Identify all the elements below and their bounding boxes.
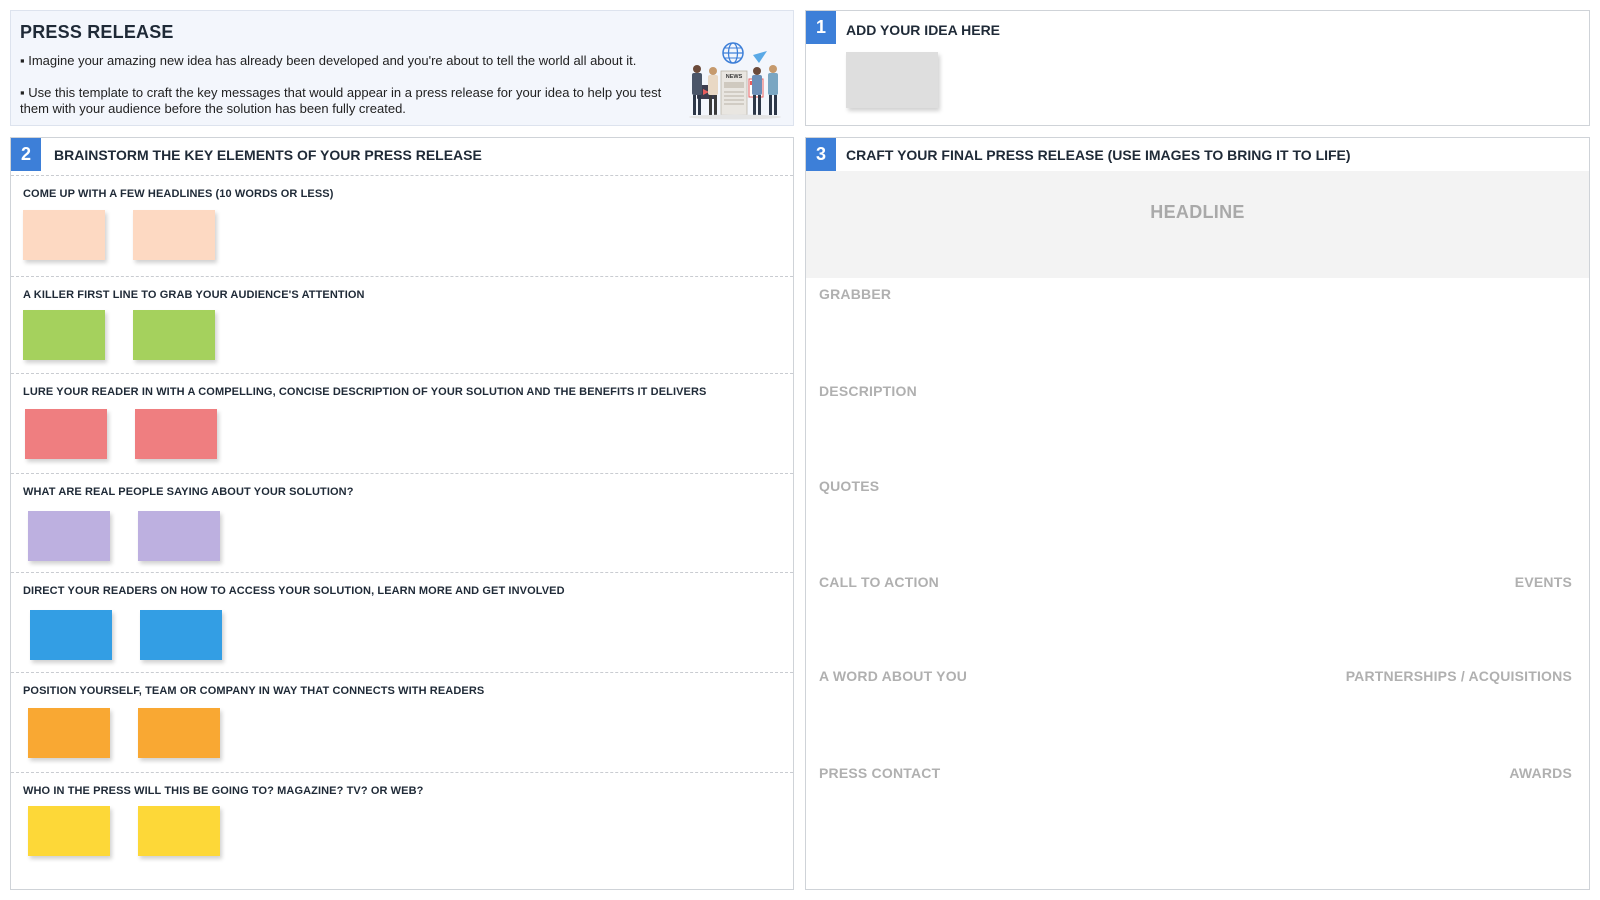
sticky-note[interactable] [133,310,215,360]
section-label: LURE YOUR READER IN WITH A COMPELLING, C… [23,386,707,398]
step-number-2: 2 [11,138,41,171]
craft-title: CRAFT YOUR FINAL PRESS RELEASE (USE IMAG… [846,147,1351,163]
section-label: WHAT ARE REAL PEOPLE SAYING ABOUT YOUR S… [23,486,354,498]
sticky-note[interactable] [28,511,110,561]
brainstorm-section-quotes: WHAT ARE REAL PEOPLE SAYING ABOUT YOUR S… [11,473,793,572]
craft-panel: 3 CRAFT YOUR FINAL PRESS RELEASE (USE IM… [805,137,1590,890]
step-number-1: 1 [806,11,836,44]
call-to-action-label: CALL TO ACTION [819,574,939,590]
brainstorm-panel: 2 BRAINSTORM THE KEY ELEMENTS OF YOUR PR… [10,137,794,890]
section-label: WHO IN THE PRESS WILL THIS BE GOING TO? … [23,785,424,797]
brainstorm-section-press: WHO IN THE PRESS WILL THIS BE GOING TO? … [11,772,793,889]
sticky-note[interactable] [28,806,110,856]
partnerships-label: PARTNERSHIPS / ACQUISITIONS [1345,668,1572,684]
quotes-label: QUOTES [819,478,880,494]
idea-panel: 1 ADD YOUR IDEA HERE [805,10,1590,126]
sticky-note[interactable] [138,708,220,758]
brainstorm-section-first-line: A KILLER FIRST LINE TO GRAB YOUR AUDIENC… [11,276,793,373]
events-label: EVENTS [1514,574,1572,590]
brainstorm-title: BRAINSTORM THE KEY ELEMENTS OF YOUR PRES… [54,147,482,163]
headline-label: HEADLINE [1150,202,1245,222]
intro-bullet-2: ▪ Use this template to craft the key mes… [20,85,662,116]
brainstorm-section-about-you: POSITION YOURSELF, TEAM OR COMPANY IN WA… [11,672,793,772]
sticky-note[interactable] [25,409,107,459]
awards-label: AWARDS [1509,765,1572,781]
sticky-note[interactable] [138,806,220,856]
section-label: A KILLER FIRST LINE TO GRAB YOUR AUDIENC… [23,289,365,301]
intro-bullet-1: ▪ Imagine your amazing new idea has alre… [20,53,637,68]
step-number-3: 3 [806,138,836,171]
headline-area[interactable] [806,171,1589,278]
sticky-note[interactable] [135,409,217,459]
grabber-label: GRABBER [819,286,892,302]
brainstorm-section-call-to-action: DIRECT YOUR READERS ON HOW TO ACCESS YOU… [11,572,793,672]
sticky-note[interactable] [23,310,105,360]
description-label: DESCRIPTION [819,383,917,399]
section-label: POSITION YOURSELF, TEAM OR COMPANY IN WA… [23,685,485,697]
svg-text:NEWS: NEWS [726,74,743,80]
sticky-note[interactable] [23,210,105,260]
brainstorm-section-description: LURE YOUR READER IN WITH A COMPELLING, C… [11,373,793,473]
section-label: COME UP WITH A FEW HEADLINES (10 WORDS O… [23,188,334,200]
news-illustration-icon: NEWS [689,42,781,120]
sticky-note[interactable] [133,210,215,260]
sticky-note[interactable] [140,610,222,660]
idea-sticky-note[interactable] [846,52,938,108]
sticky-note[interactable] [30,610,112,660]
intro-panel: PRESS RELEASE ▪ Imagine your amazing new… [10,10,794,126]
page-title: PRESS RELEASE [20,22,174,42]
brainstorm-section-headlines: COME UP WITH A FEW HEADLINES (10 WORDS O… [11,175,793,276]
section-label: DIRECT YOUR READERS ON HOW TO ACCESS YOU… [23,585,565,597]
idea-title: ADD YOUR IDEA HERE [846,22,1001,38]
sticky-note[interactable] [138,511,220,561]
sticky-note[interactable] [28,708,110,758]
press-contact-label: PRESS CONTACT [819,765,941,781]
about-you-label: A WORD ABOUT YOU [819,668,968,684]
